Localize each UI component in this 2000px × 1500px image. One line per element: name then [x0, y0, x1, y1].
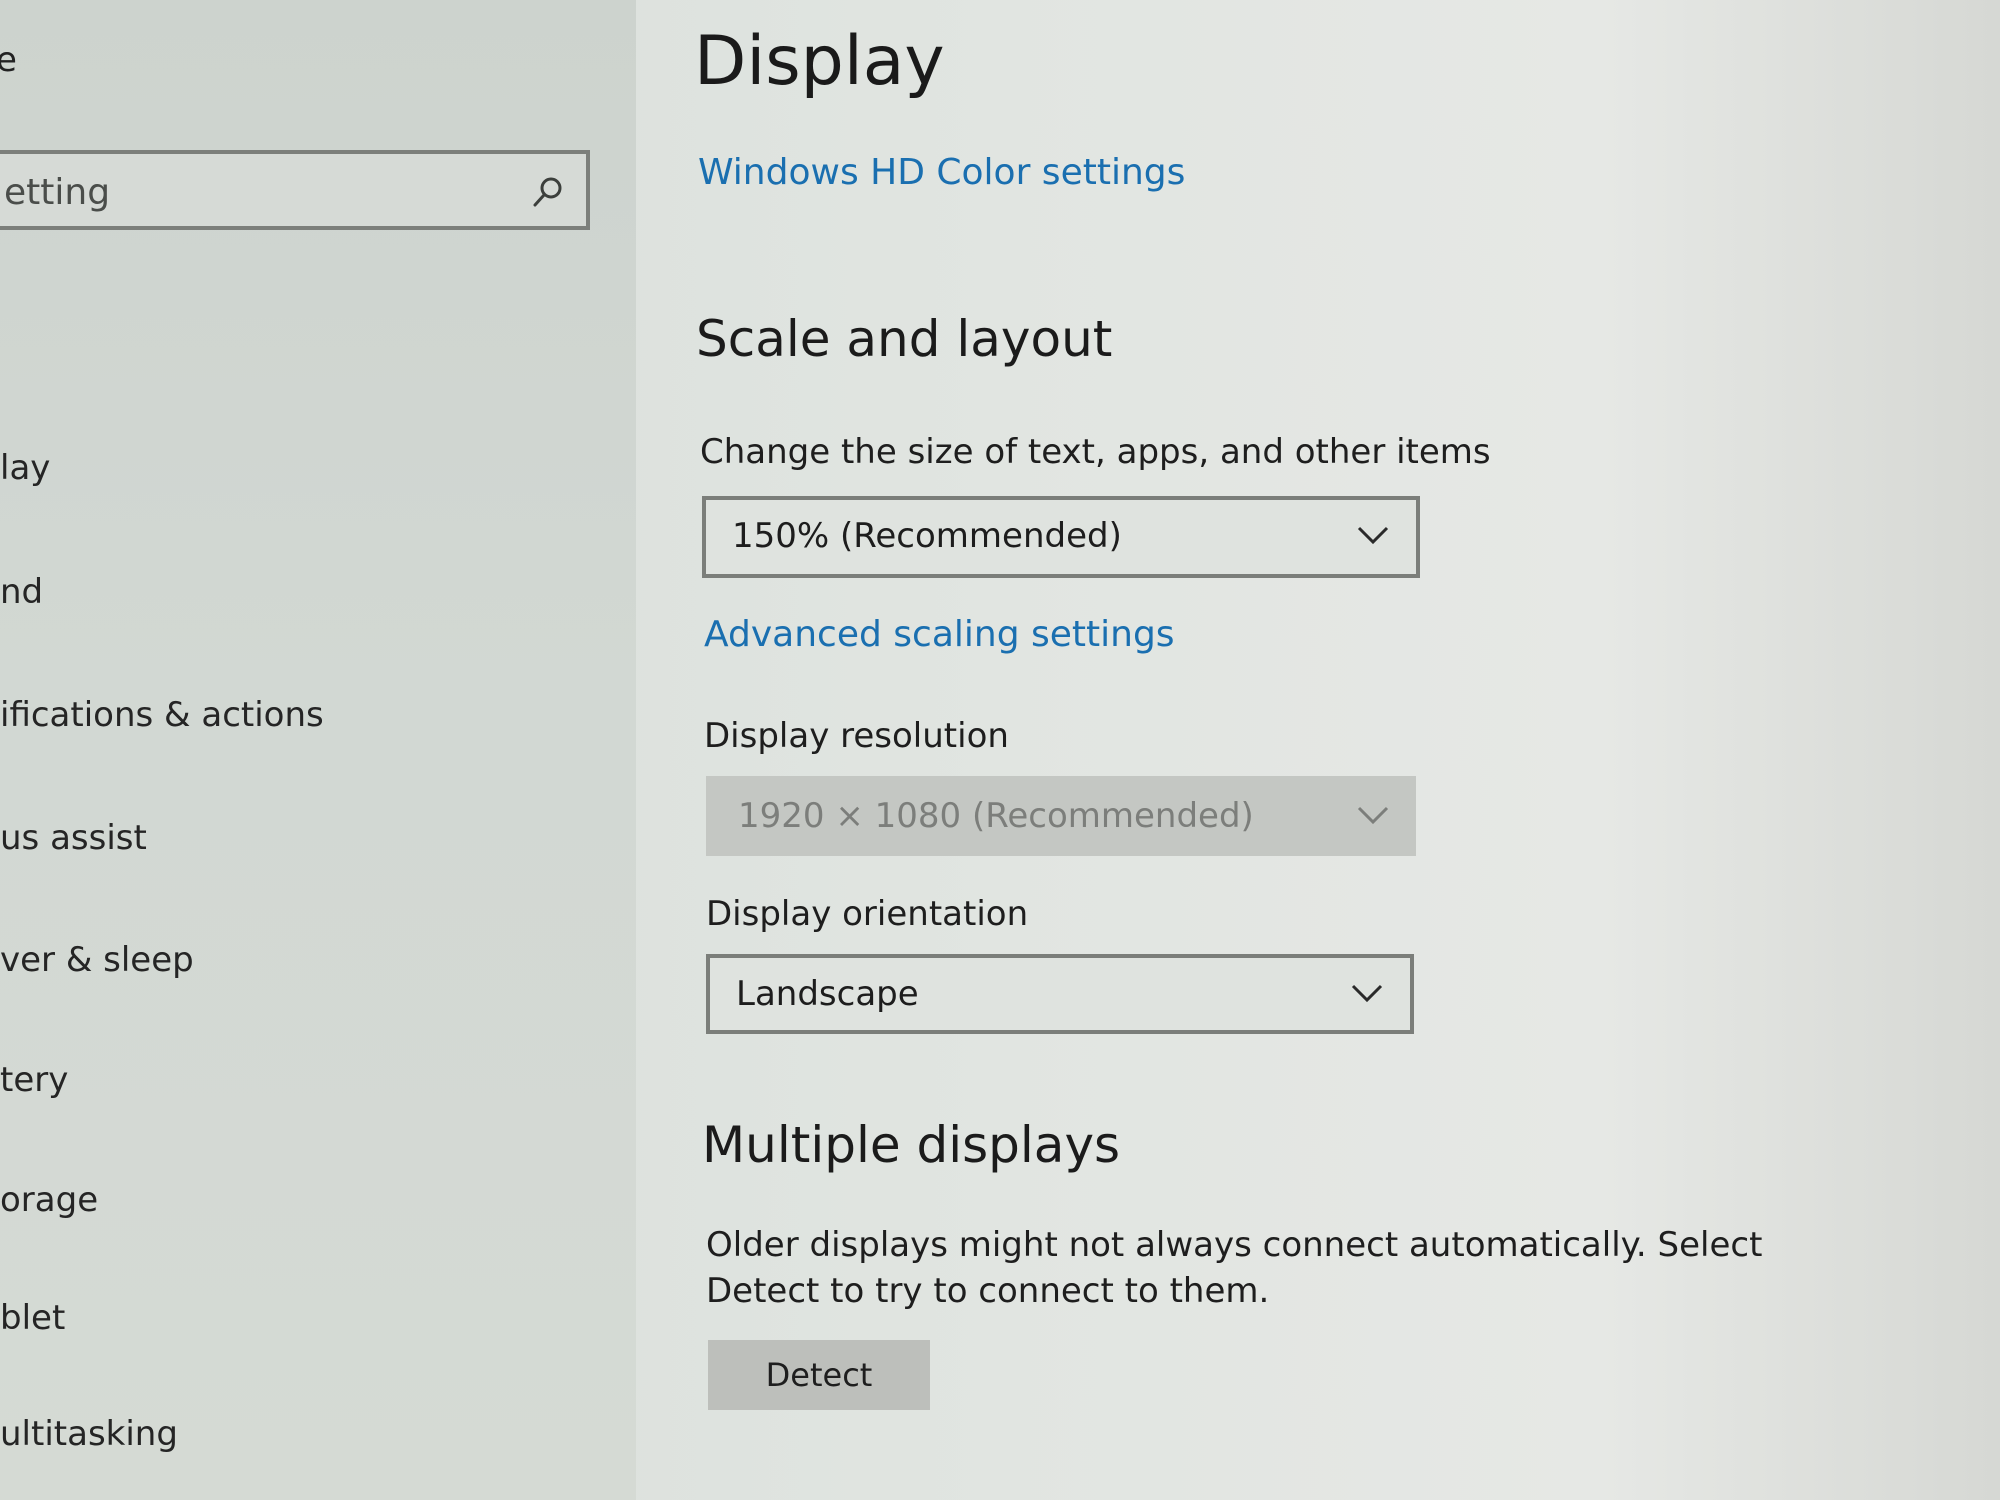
resolution-dropdown-value: 1920 × 1080 (Recommended) [738, 796, 1254, 836]
sidebar-item-focus-assist[interactable]: us assist [0, 818, 147, 858]
scale-layout-heading: Scale and layout [696, 310, 1113, 368]
multiple-displays-description: Older displays might not always connect … [706, 1225, 1763, 1311]
sidebar-item-sound[interactable]: nd [0, 572, 43, 612]
main-content: Display Windows HD Color settings Scale … [636, 0, 2000, 1500]
orientation-label: Display orientation [706, 894, 1029, 934]
multiple-displays-heading: Multiple displays [702, 1116, 1121, 1174]
advanced-scaling-link[interactable]: Advanced scaling settings [704, 614, 1175, 655]
settings-window: e etting lay nd ifications & actions us … [0, 0, 2000, 1500]
scale-dropdown[interactable]: 150% (Recommended) [702, 496, 1420, 578]
chevron-down-icon [1357, 806, 1389, 825]
sidebar-item-battery[interactable]: tery [0, 1060, 68, 1100]
search-input[interactable]: etting [0, 150, 590, 230]
sidebar-item-power-sleep[interactable]: ver & sleep [0, 940, 194, 980]
resolution-label: Display resolution [704, 716, 1009, 756]
search-text: etting [4, 172, 111, 213]
scale-dropdown-value: 150% (Recommended) [732, 516, 1122, 556]
text-size-label: Change the size of text, apps, and other… [700, 432, 1491, 472]
sidebar-item-multitasking[interactable]: ultitasking [0, 1414, 178, 1454]
page-title: Display [694, 22, 945, 101]
sidebar: e etting lay nd ifications & actions us … [0, 0, 636, 1500]
sidebar-item-display[interactable]: lay [0, 448, 50, 488]
search-icon[interactable] [530, 174, 566, 210]
sidebar-title: e [0, 40, 17, 80]
chevron-down-icon [1357, 526, 1389, 545]
detect-button[interactable]: Detect [708, 1340, 930, 1410]
chevron-down-icon [1351, 984, 1383, 1003]
hd-color-settings-link[interactable]: Windows HD Color settings [698, 152, 1185, 193]
orientation-dropdown[interactable]: Landscape [706, 954, 1414, 1034]
sidebar-item-tablet[interactable]: blet [0, 1298, 65, 1338]
orientation-dropdown-value: Landscape [736, 974, 919, 1014]
sidebar-item-notifications[interactable]: ifications & actions [0, 695, 324, 735]
sidebar-item-storage[interactable]: orage [0, 1180, 98, 1220]
resolution-dropdown[interactable]: 1920 × 1080 (Recommended) [706, 776, 1416, 856]
